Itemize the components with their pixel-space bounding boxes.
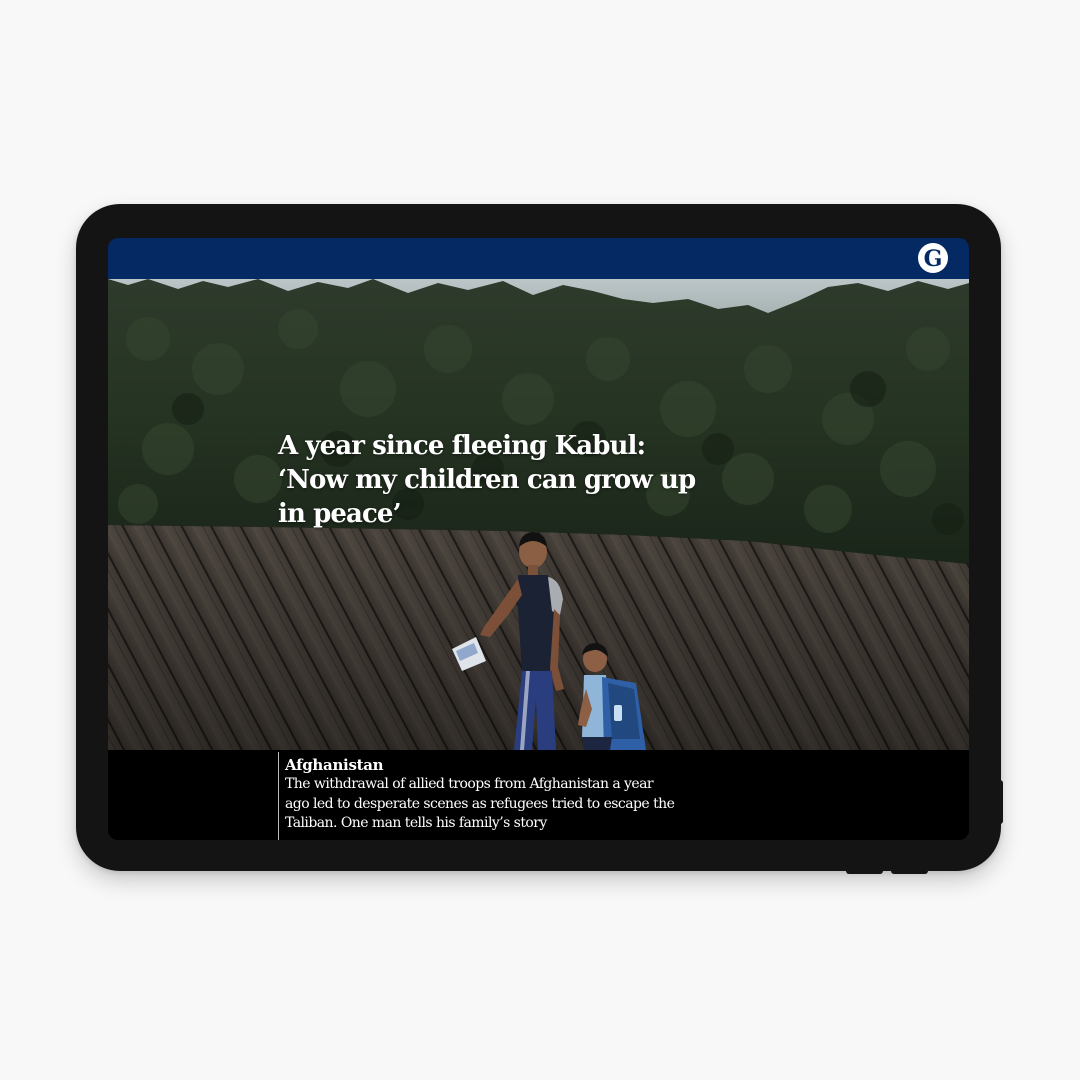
tablet-screen: G A year since fleeing Kabul: ‘Now my ch… [108, 238, 969, 840]
tablet-volume-button-2 [891, 869, 928, 874]
hero-image[interactable]: A year since fleeing Kabul: ‘Now my chil… [108, 279, 969, 750]
guardian-header-bar: G [108, 238, 969, 279]
article-standfirst: The withdrawal of allied troops from Afg… [285, 776, 675, 831]
tablet-side-button [997, 780, 1003, 824]
caption-divider [278, 752, 279, 840]
article-kicker[interactable]: Afghanistan [285, 756, 384, 775]
article-headline[interactable]: A year since fleeing Kabul: ‘Now my chil… [278, 429, 698, 531]
article-caption-panel: Afghanistan The withdrawal of allied tro… [108, 750, 969, 840]
tablet-volume-button-1 [846, 869, 883, 874]
guardian-logo-icon[interactable]: G [917, 242, 949, 274]
svg-text:G: G [924, 246, 943, 272]
